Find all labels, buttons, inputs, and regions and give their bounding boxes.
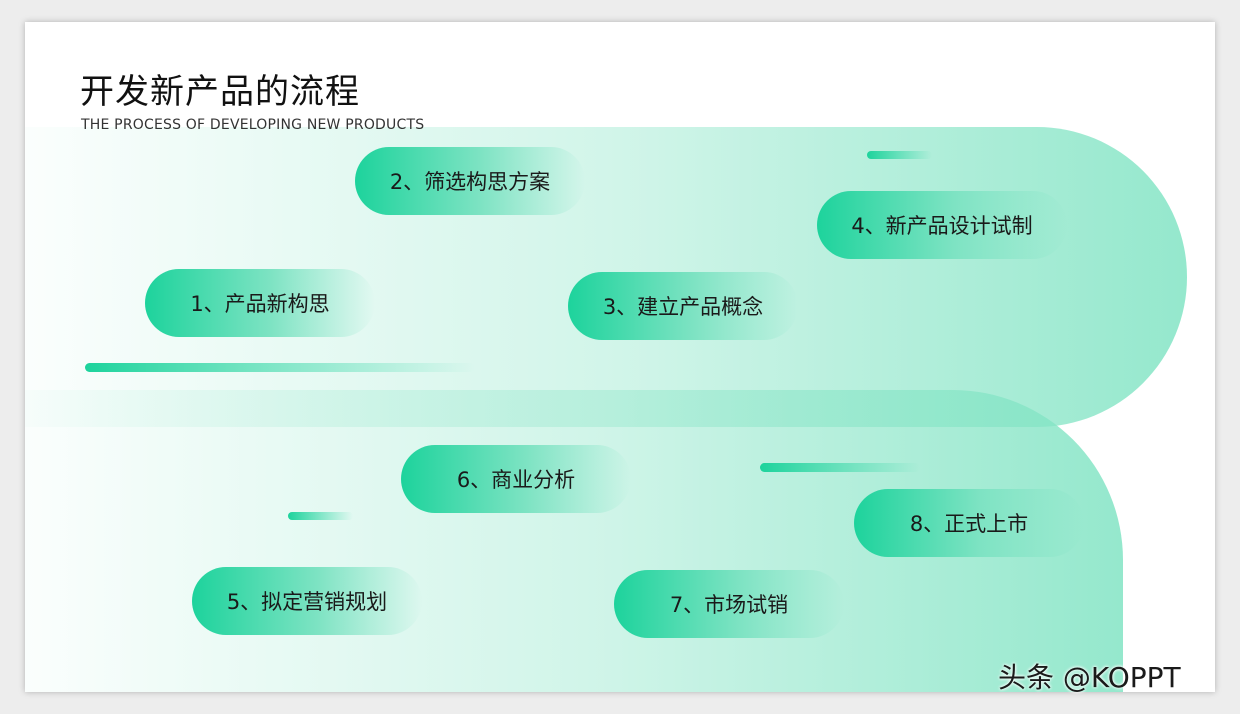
page-title: 开发新产品的流程 [80,72,360,112]
step-6: 6、商业分析 [401,445,631,513]
step-4: 4、新产品设计试制 [817,191,1067,259]
page-subtitle: THE PROCESS OF DEVELOPING NEW PRODUCTS [81,117,425,133]
decor-bar-long [85,363,475,372]
step-7: 7、市场试销 [614,570,844,638]
decor-bar-small [288,512,353,520]
step-2: 2、筛选构思方案 [355,147,585,215]
step-1: 1、产品新构思 [145,269,375,337]
decor-bar-middle [760,463,920,472]
watermark: 头条 @KOPPT [998,661,1181,694]
step-3: 3、建立产品概念 [568,272,798,340]
step-5: 5、拟定营销规划 [192,567,422,635]
step-8: 8、正式上市 [854,489,1084,557]
decor-bar-top-right [867,151,932,159]
slide: 开发新产品的流程 THE PROCESS OF DEVELOPING NEW P… [25,22,1215,692]
